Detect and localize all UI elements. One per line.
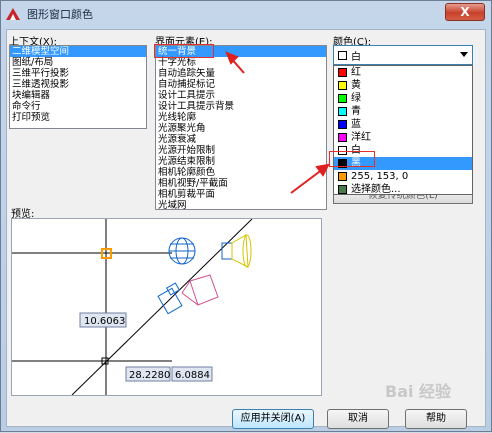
dialog-window: 图形窗口颜色 X 上下文(X): 二维模型空间 图纸/布局 三维平行投影 三维透视投影… [0, 0, 492, 432]
annotation-arrows [225, 51, 330, 194]
